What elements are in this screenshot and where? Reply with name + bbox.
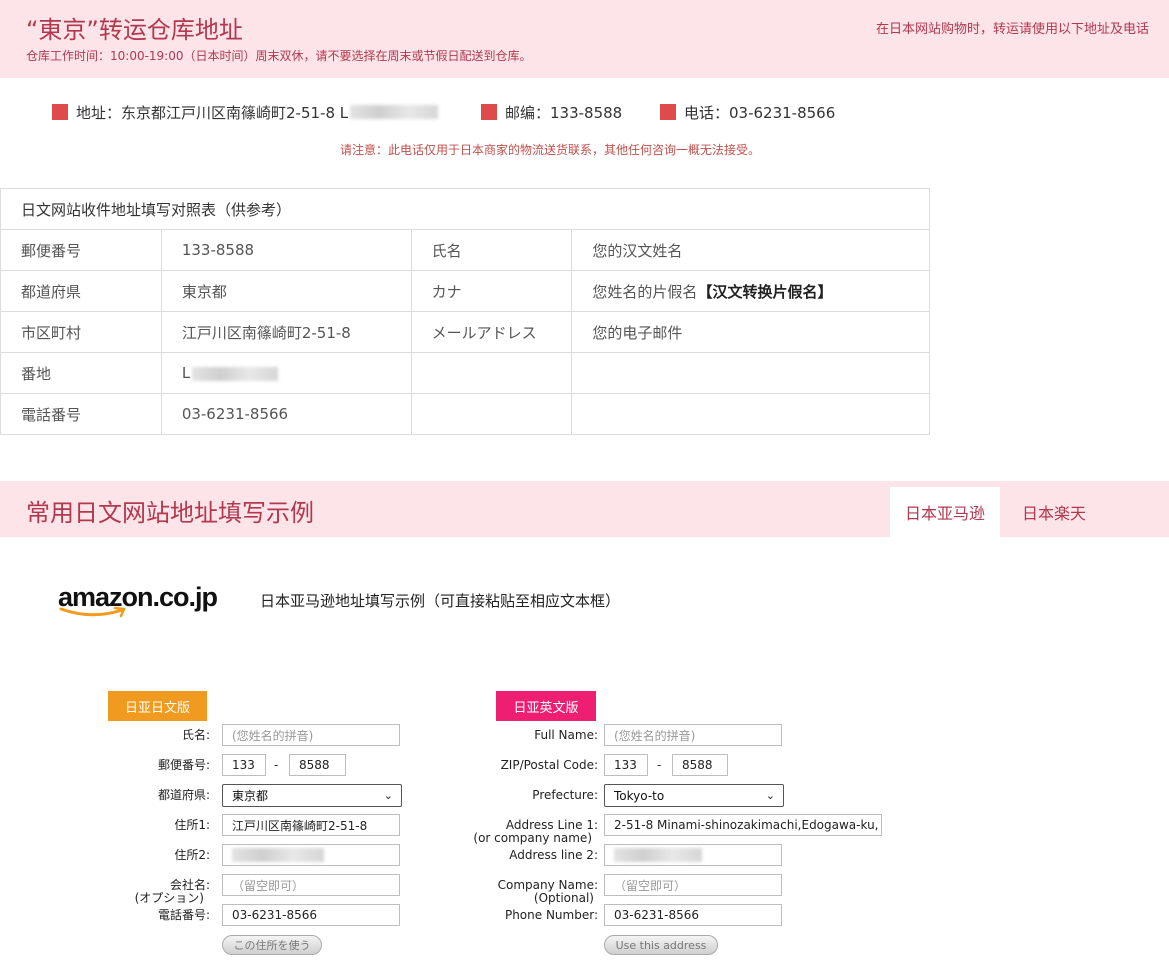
address-reference-table: 日文网站收件地址填写对照表（供参考） 郵便番号 133-8588 氏名 您的汉文… bbox=[0, 188, 930, 435]
tab-amazon-jp[interactable]: 日本亚马逊 bbox=[890, 487, 1000, 537]
square-marker-icon bbox=[52, 104, 68, 120]
table-cell: 番地 bbox=[0, 352, 162, 394]
table-row: 電話番号 03-6231-8566 bbox=[0, 393, 930, 435]
en-addr1-input[interactable]: 2-51-8 Minami-shinozakimachi,Edogawa-ku, bbox=[604, 814, 882, 836]
en-company-input[interactable]: （留空即可） bbox=[604, 874, 782, 896]
table-cell: 您姓名的片假名【汉文转换片假名】 bbox=[571, 270, 930, 312]
en-zip1-input[interactable]: 133 bbox=[604, 754, 648, 776]
table-cell: 市区町村 bbox=[0, 311, 162, 353]
en-addr2-input[interactable] bbox=[604, 844, 782, 866]
table-cell bbox=[571, 393, 930, 435]
jp-pref-value: 東京都 bbox=[232, 789, 269, 803]
redacted-block bbox=[192, 366, 279, 381]
en-name-label: Full Name: bbox=[534, 728, 598, 742]
section-title: 常用日文网站地址填写示例 bbox=[26, 499, 314, 527]
badge-jp-version: 日亚日文版 bbox=[108, 691, 207, 721]
jp-zip1-input[interactable]: 133 bbox=[222, 754, 266, 776]
table-cell: 03-6231-8566 bbox=[160, 393, 412, 435]
jp-pref-select[interactable]: 東京都 ⌄ bbox=[222, 784, 402, 807]
warehouse-hours: 仓库工作时间：10:00-19:00（日本时间）周末双休，请不要选择在周末或节假… bbox=[26, 49, 532, 63]
katakana-text: 您姓名的片假名 bbox=[592, 282, 698, 301]
en-zip-dash: - bbox=[657, 758, 662, 772]
jp-pref-label: 都道府県: bbox=[157, 788, 210, 802]
en-company-optional: (Optional) bbox=[533, 891, 594, 905]
redacted-block bbox=[232, 848, 324, 862]
table-caption: 日文网站收件地址填写对照表（供参考） bbox=[0, 188, 930, 230]
en-zip-label: ZIP/Postal Code: bbox=[500, 758, 598, 772]
usage-note: 在日本网站购物时，转运请使用以下地址及电话 bbox=[875, 22, 1149, 37]
jp-addr1-label: 住所1: bbox=[174, 818, 210, 832]
en-name-input[interactable]: (您姓名的拼音) bbox=[604, 724, 782, 746]
phone-notice: 请注意：此电话仅用于日本商家的物流送货联系，其他任何咨询一概无法接受。 bbox=[340, 143, 761, 157]
table-cell: カナ bbox=[410, 270, 573, 312]
square-marker-icon bbox=[660, 104, 676, 120]
en-use-address-button[interactable]: Use this address bbox=[604, 935, 718, 955]
table-cell: 郵便番号 bbox=[0, 229, 162, 271]
en-pref-value: Tokyo-to bbox=[614, 788, 665, 803]
chevron-down-icon: ⌄ bbox=[383, 789, 393, 802]
table-row: 市区町村 江戸川区南篠崎町2-51-8 メールアドレス 您的电子邮件 bbox=[0, 311, 930, 353]
warehouse-address: 地址：东京都江戸川区南篠崎町2-51-8 L bbox=[52, 101, 439, 123]
banchi-text: L bbox=[181, 364, 191, 382]
table-cell: メールアドレス bbox=[410, 311, 573, 353]
table-cell: 東京都 bbox=[160, 270, 412, 312]
en-phone-input[interactable]: 03-6231-8566 bbox=[604, 904, 782, 926]
table-cell: 您的电子邮件 bbox=[571, 311, 930, 353]
en-pref-label: Prefecture: bbox=[532, 788, 598, 802]
jp-name-label: 氏名: bbox=[181, 728, 210, 742]
table-cell: 電話番号 bbox=[0, 393, 162, 435]
examples-banner: 常用日文网站地址填写示例 日本亚马逊 日本楽天 bbox=[0, 481, 1169, 537]
jp-name-input[interactable]: (您姓名的拼音) bbox=[222, 724, 400, 746]
jp-phone-label: 電話番号: bbox=[157, 908, 210, 922]
jp-zip2-input[interactable]: 8588 bbox=[289, 754, 346, 776]
redacted-block bbox=[614, 848, 702, 862]
warehouse-zip: 邮编：133-8588 bbox=[481, 101, 622, 123]
table-cell: 氏名 bbox=[410, 229, 573, 271]
redacted-block bbox=[350, 105, 439, 119]
page-title: “東京”转运仓库地址 bbox=[26, 16, 243, 44]
chevron-down-icon: ⌄ bbox=[765, 789, 775, 802]
en-phone-label: Phone Number: bbox=[504, 908, 598, 922]
jp-phone-input[interactable]: 03-6231-8566 bbox=[222, 904, 400, 926]
address-text: 地址：东京都江戸川区南篠崎町2-51-8 L bbox=[76, 103, 349, 122]
warehouse-phone: 电话：03-6231-8566 bbox=[660, 101, 835, 123]
table-cell: L bbox=[160, 352, 412, 394]
table-row: 郵便番号 133-8588 氏名 您的汉文姓名 bbox=[0, 229, 930, 271]
amazon-description: 日本亚马逊地址填写示例（可直接粘贴至相应文本框） bbox=[260, 592, 621, 610]
tab-rakuten[interactable]: 日本楽天 bbox=[1008, 487, 1100, 537]
amazon-smile-icon bbox=[59, 606, 126, 618]
en-pref-select[interactable]: Tokyo-to ⌄ bbox=[604, 784, 784, 807]
en-zip2-input[interactable]: 8588 bbox=[672, 754, 728, 776]
top-banner: “東京”转运仓库地址 仓库工作时间：10:00-19:00（日本时间）周末双休，… bbox=[0, 0, 1169, 78]
jp-zip-label: 郵便番号: bbox=[157, 758, 210, 772]
jp-addr1-input[interactable]: 江戸川区南篠崎町2-51-8 bbox=[222, 814, 400, 836]
table-cell bbox=[571, 352, 930, 394]
table-row: 番地 L bbox=[0, 352, 930, 394]
table-cell: 您的汉文姓名 bbox=[571, 229, 930, 271]
en-addr2-label: Address line 2: bbox=[509, 848, 598, 862]
jp-use-address-button[interactable]: この住所を使う bbox=[222, 935, 322, 955]
jp-addr2-input[interactable] bbox=[222, 844, 400, 866]
table-cell bbox=[410, 352, 573, 394]
table-row: 都道府県 東京都 カナ 您姓名的片假名【汉文转换片假名】 bbox=[0, 270, 930, 312]
en-addr1-sub: (or company name) bbox=[473, 831, 592, 845]
badge-en-version: 日亚英文版 bbox=[496, 691, 596, 721]
square-marker-icon bbox=[481, 104, 497, 120]
table-cell: 133-8588 bbox=[160, 229, 412, 271]
jp-company-optional: (オプション) bbox=[134, 891, 204, 905]
jp-addr2-label: 住所2: bbox=[174, 848, 210, 862]
table-cell: 江戸川区南篠崎町2-51-8 bbox=[160, 311, 412, 353]
zip-text: 邮编：133-8588 bbox=[505, 103, 623, 122]
katakana-hint: 【汉文转换片假名】 bbox=[697, 282, 833, 301]
jp-company-input[interactable]: （留空即可） bbox=[222, 874, 400, 896]
amazon-logo: amazon.co.jp bbox=[58, 582, 218, 622]
jp-zip-dash: - bbox=[274, 758, 279, 772]
table-cell: 都道府県 bbox=[0, 270, 162, 312]
phone-text: 电话：03-6231-8566 bbox=[684, 103, 836, 122]
table-cell bbox=[410, 393, 573, 435]
